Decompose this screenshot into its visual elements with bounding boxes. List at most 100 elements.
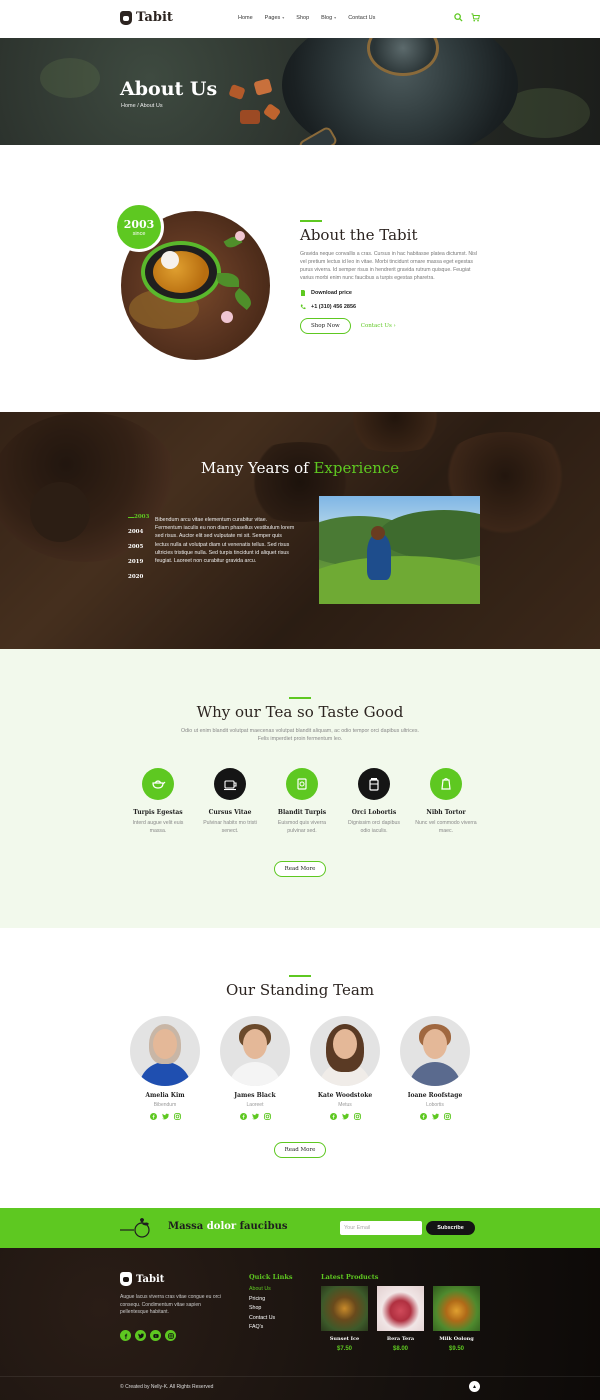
feature-list: Turpis Egestas Interd augue velit euis m… xyxy=(127,768,477,835)
feature-desc: Nunc vel commodo viverra maec. xyxy=(415,820,477,834)
facebook-icon[interactable] xyxy=(120,1330,131,1341)
product-name[interactable]: Sunset Ice xyxy=(321,1336,368,1342)
search-icon[interactable] xyxy=(454,13,463,24)
tea-box-icon xyxy=(286,768,318,800)
chevron-down-icon: ▾ xyxy=(282,15,285,20)
hill-shape xyxy=(319,556,480,604)
tea-leaves-decoration xyxy=(40,58,100,98)
product-name[interactable]: Bera Tera xyxy=(377,1336,424,1342)
site-header: Tabit Home Pages ▾ Shop Blog ▾ Contact Us xyxy=(0,0,600,38)
subscribe-button[interactable]: Subscribe xyxy=(426,1221,475,1235)
site-footer: Tabit Augue lacus viverra cras vitae con… xyxy=(0,1248,600,1400)
year-tab[interactable]: 2019 xyxy=(128,559,149,565)
title-accent-line xyxy=(289,975,311,977)
team-member: Kate Woodstoke Metus xyxy=(310,1016,380,1120)
footer-link-contact[interactable]: Contact Us xyxy=(249,1315,275,1321)
team-read-more-button[interactable]: Read More xyxy=(274,1142,326,1158)
scroll-to-top-button[interactable]: ▴ xyxy=(469,1381,480,1392)
product-price: $9.50 xyxy=(448,1346,464,1352)
product-image[interactable] xyxy=(321,1286,368,1331)
twitter-icon[interactable] xyxy=(251,1113,259,1120)
footer-link-shop[interactable]: Shop xyxy=(249,1305,275,1311)
dark-overlay xyxy=(0,412,600,649)
contact-us-link[interactable]: Contact Us › xyxy=(361,323,396,329)
flower-decoration xyxy=(235,231,245,241)
teapot-logo-icon xyxy=(120,10,132,25)
twitter-icon[interactable] xyxy=(135,1330,146,1341)
nav-item-pages[interactable]: Pages ▾ xyxy=(265,15,285,21)
twitter-icon[interactable] xyxy=(341,1113,349,1120)
why-title: Why our Tea so Taste Good xyxy=(196,702,404,721)
copyright-text: © Created by Nelly-K. All Rights Reserve… xyxy=(120,1384,214,1390)
newsletter-title: Massa dolor faucibus xyxy=(168,1221,288,1232)
phone-number[interactable]: +1 (310) 456 2856 xyxy=(311,304,356,310)
team-member: James Black Laoreet xyxy=(220,1016,290,1120)
footer-link-pricing[interactable]: Pricing xyxy=(249,1296,275,1302)
twitter-icon[interactable] xyxy=(161,1113,169,1120)
nav-item-contact[interactable]: Contact Us xyxy=(348,15,375,21)
nav-item-home[interactable]: Home xyxy=(238,15,253,21)
facebook-icon[interactable] xyxy=(329,1113,337,1120)
instagram-icon[interactable] xyxy=(353,1113,361,1120)
facebook-icon[interactable] xyxy=(239,1113,247,1120)
product-name[interactable]: Milk Oolong xyxy=(433,1336,480,1342)
phone-icon xyxy=(300,304,306,309)
phone-row[interactable]: +1 (310) 456 2856 xyxy=(300,304,480,310)
instagram-icon[interactable] xyxy=(263,1113,271,1120)
year-tab[interactable]: 2020 xyxy=(128,574,149,580)
nav-item-blog[interactable]: Blog ▾ xyxy=(321,15,336,21)
tea-cup xyxy=(141,241,221,303)
page-hero: About Us Home / About Us xyxy=(0,38,600,145)
badge-since: since xyxy=(132,231,146,237)
footer-link-about[interactable]: About Us xyxy=(249,1286,275,1292)
twitter-icon[interactable] xyxy=(431,1113,439,1120)
youtube-icon[interactable] xyxy=(150,1330,161,1341)
about-title: About the Tabit xyxy=(300,225,418,244)
facebook-icon[interactable] xyxy=(419,1113,427,1120)
product-card[interactable]: Milk Oolong $9.50 xyxy=(433,1286,480,1352)
feature-title: Orci Lobortis xyxy=(351,809,397,816)
feature-desc: Interd augue velit euis massa. xyxy=(132,820,184,834)
download-price-row[interactable]: Download price xyxy=(300,289,480,296)
instagram-icon[interactable] xyxy=(443,1113,451,1120)
why-section: Why our Tea so Taste Good Odio ut enim b… xyxy=(0,649,600,928)
year-tab[interactable]: 2005 xyxy=(128,544,149,550)
instagram-icon[interactable] xyxy=(165,1330,176,1341)
email-field[interactable] xyxy=(340,1221,422,1235)
member-role: Metus xyxy=(338,1102,352,1108)
nav-item-shop[interactable]: Shop xyxy=(296,15,309,21)
footer-divider xyxy=(0,1376,600,1377)
instagram-icon[interactable] xyxy=(173,1113,181,1120)
product-card[interactable]: Bera Tera $8.00 xyxy=(377,1286,424,1352)
footer-logo[interactable]: Tabit xyxy=(120,1272,164,1286)
brand-logo[interactable]: Tabit xyxy=(120,10,173,25)
avatar xyxy=(310,1016,380,1086)
avatar xyxy=(130,1016,200,1086)
feature-item: Cursus Vitae Pulvinar habitx mo tristi s… xyxy=(199,768,261,835)
product-price: $7.50 xyxy=(336,1346,352,1352)
product-card[interactable]: Sunset Ice $7.50 xyxy=(321,1286,368,1352)
member-socials xyxy=(220,1113,290,1120)
breadcrumb[interactable]: Home / About Us xyxy=(121,103,163,109)
year-tab[interactable]: 2004 xyxy=(128,529,149,535)
member-socials xyxy=(310,1113,380,1120)
facebook-icon[interactable] xyxy=(149,1113,157,1120)
feature-item: Orci Lobortis Dignissim orci dapibus odi… xyxy=(343,768,405,835)
chevron-right-icon: › xyxy=(393,322,396,329)
product-image[interactable] xyxy=(377,1286,424,1331)
tea-leaf-icon xyxy=(120,1218,150,1238)
year-tab[interactable]: 2003 xyxy=(128,514,149,520)
why-read-more-button[interactable]: Read More xyxy=(274,861,326,877)
shop-now-button[interactable]: Shop Now xyxy=(300,317,351,334)
rock-sugar-decoration xyxy=(262,103,282,121)
cart-icon[interactable] xyxy=(471,13,480,24)
feature-desc: Dignissim orci dapibus odio iaculis. xyxy=(348,820,400,834)
member-name: Amelia Kim xyxy=(145,1092,185,1099)
feature-item: Blandit Turpis Euismod quis viverra pulv… xyxy=(271,768,333,835)
download-price-link[interactable]: Download price xyxy=(311,290,352,296)
footer-link-faq[interactable]: FAQ's xyxy=(249,1324,275,1330)
product-image[interactable] xyxy=(433,1286,480,1331)
experience-title: Many Years of Experience xyxy=(200,459,400,477)
year-timeline: 2003 2004 2005 2019 2020 xyxy=(128,514,149,589)
feature-title: Cursus Vitae xyxy=(208,809,252,816)
